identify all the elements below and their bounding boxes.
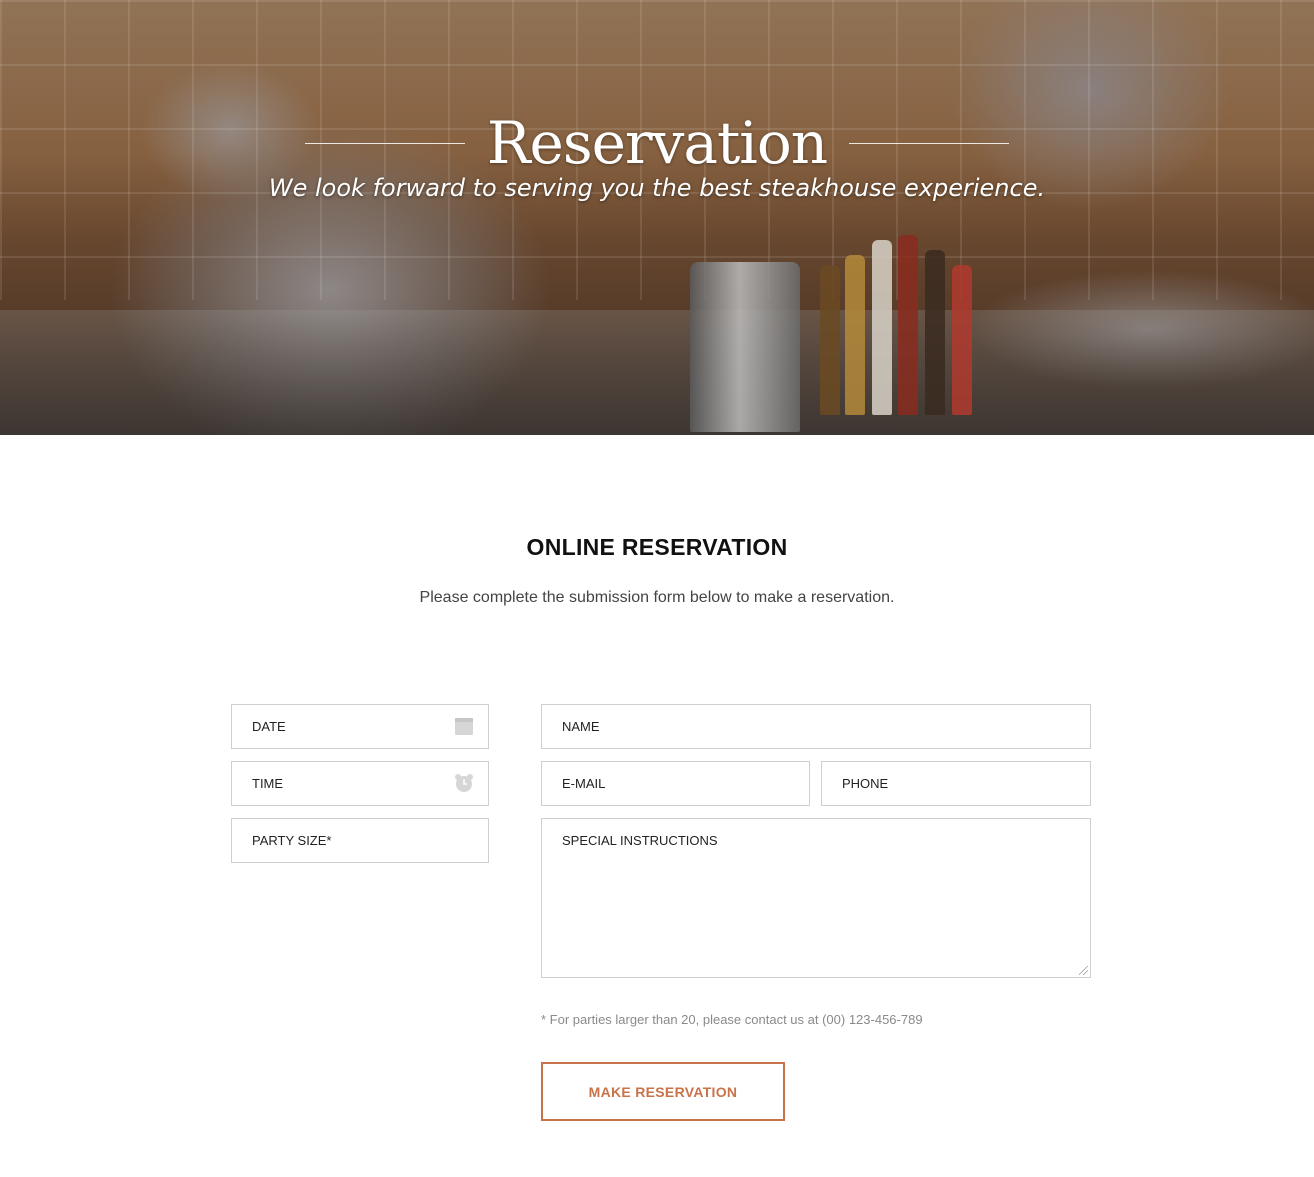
kitchen-counter bbox=[0, 310, 1314, 435]
page-subtitle: We look forward to serving you the best … bbox=[268, 174, 1046, 202]
time-placeholder: TIME bbox=[252, 776, 284, 791]
phone-placeholder: PHONE bbox=[842, 776, 889, 791]
name-placeholder: NAME bbox=[562, 719, 600, 734]
time-field[interactable]: TIME bbox=[231, 761, 489, 806]
hero-title-row: Reservation bbox=[0, 108, 1314, 178]
email-placeholder: E-MAIL bbox=[562, 776, 606, 791]
party-size-field[interactable]: PARTY SIZE* bbox=[231, 818, 489, 863]
calendar-icon[interactable] bbox=[454, 716, 474, 736]
email-field[interactable]: E-MAIL bbox=[541, 761, 810, 806]
section-title: ONLINE RESERVATION bbox=[526, 534, 788, 560]
hero-title-divider-left bbox=[304, 142, 465, 144]
party-size-note: * For parties larger than 20, please con… bbox=[541, 1012, 923, 1027]
date-placeholder: DATE bbox=[252, 719, 286, 734]
page-title: Reservation bbox=[486, 109, 828, 177]
name-field[interactable]: NAME bbox=[541, 704, 1091, 749]
alarm-clock-icon[interactable] bbox=[454, 773, 474, 793]
phone-field[interactable]: PHONE bbox=[821, 761, 1091, 806]
hero-banner: Reservation We look forward to serving y… bbox=[0, 0, 1314, 435]
make-reservation-button[interactable]: MAKE RESERVATION bbox=[541, 1062, 785, 1121]
party-size-placeholder: PARTY SIZE* bbox=[252, 833, 332, 848]
section-description: Please complete the submission form belo… bbox=[419, 589, 895, 606]
date-field[interactable]: DATE bbox=[231, 704, 489, 749]
special-instructions-textarea[interactable]: SPECIAL INSTRUCTIONS bbox=[541, 818, 1091, 978]
textarea-resize-handle[interactable] bbox=[1079, 966, 1088, 975]
hero-title-divider-right bbox=[849, 142, 1010, 144]
stock-pot-image bbox=[690, 262, 800, 432]
special-instructions-placeholder: SPECIAL INSTRUCTIONS bbox=[562, 833, 718, 848]
